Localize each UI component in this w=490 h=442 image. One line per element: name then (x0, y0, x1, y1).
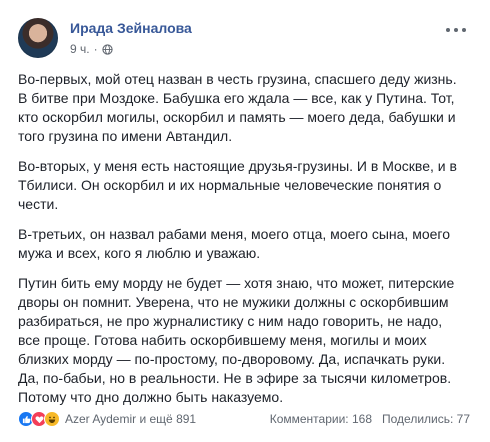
shares-count[interactable]: Поделились: 77 (382, 412, 470, 426)
post-footer: Azer Aydemir и ещё 891 Комментарии: 168 … (18, 409, 470, 429)
paragraph: Путин бить ему морду не будет — хотя зна… (18, 275, 455, 405)
more-options-icon[interactable] (446, 24, 466, 36)
reactions-summary[interactable]: Azer Aydemir и ещё 891 (18, 411, 196, 427)
post-card: Ирада Зейналова 9 ч. · Во-первых, мой от… (6, 10, 478, 436)
avatar[interactable] (18, 18, 58, 58)
post-text: Во-первых, мой отец назван в честь грузи… (18, 70, 464, 418)
paragraph: Во-первых, мой отец назван в честь грузи… (18, 71, 457, 144)
paragraph: Во-вторых, у меня есть настоящие друзья-… (18, 158, 457, 212)
reactors-text[interactable]: Azer Aydemir и ещё 891 (65, 412, 196, 426)
globe-icon (101, 43, 113, 55)
separator-dot: · (93, 42, 98, 56)
author-name[interactable]: Ирада Зейналова (70, 20, 192, 36)
post-time[interactable]: 9 ч. (70, 42, 90, 56)
paragraph: В-третьих, он назвал рабами меня, моего … (18, 226, 450, 261)
engagement-counts: Комментарии: 168 Поделились: 77 (270, 412, 470, 426)
haha-icon (44, 411, 60, 427)
comments-count[interactable]: Комментарии: 168 (270, 412, 372, 426)
post-meta: 9 ч. · (70, 42, 113, 56)
post-header: Ирада Зейналова 9 ч. · (18, 16, 470, 60)
